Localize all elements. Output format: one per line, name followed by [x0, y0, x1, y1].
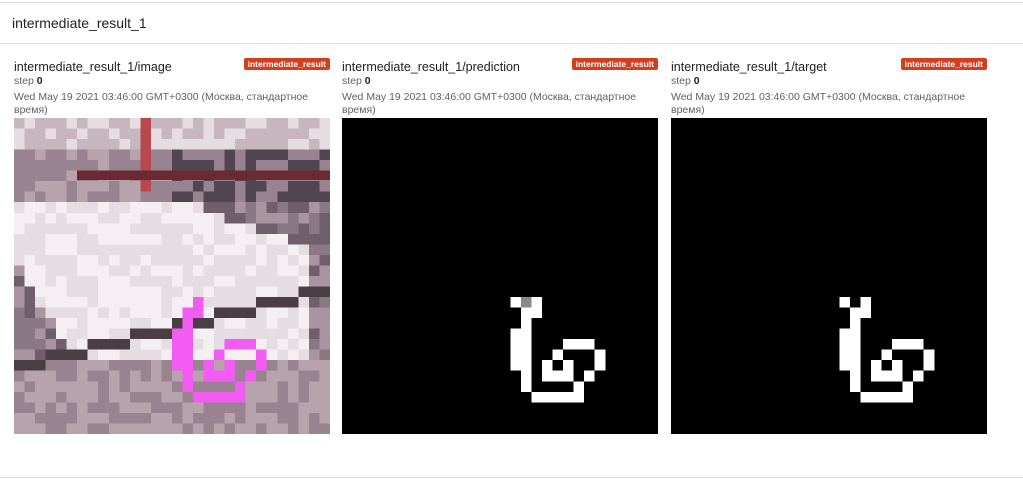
step-value: 0 [364, 75, 371, 87]
photo-image [14, 118, 330, 434]
input-image[interactable] [14, 118, 330, 434]
group-divider [0, 43, 1023, 44]
step-value: 0 [693, 75, 700, 87]
target-image[interactable] [671, 118, 987, 434]
timestamp: Wed May 19 2021 03:46:00 GMT+0300 (Москв… [671, 91, 966, 116]
group-title[interactable]: intermediate_result_1 [12, 15, 147, 31]
run-badge: intermediate_result [243, 58, 330, 70]
card-title: intermediate_result_1/target [671, 60, 827, 74]
card-title: intermediate_result_1/image [14, 60, 172, 74]
step-label: step [342, 75, 362, 87]
card-title: intermediate_result_1/prediction [342, 60, 520, 74]
prediction-image[interactable] [342, 118, 658, 434]
prediction-mask [342, 118, 658, 434]
step-line: step 0 [14, 75, 43, 87]
step-label: step [14, 75, 34, 87]
timestamp: Wed May 19 2021 03:46:00 GMT+0300 (Москв… [342, 91, 637, 116]
step-line: step 0 [342, 75, 371, 87]
step-value: 0 [36, 75, 43, 87]
run-badge: intermediate_result [900, 58, 987, 70]
image-group-panel: intermediate_result_1 intermediate_resul… [0, 2, 1023, 478]
target-mask [671, 118, 987, 434]
step-label: step [671, 75, 691, 87]
run-badge: intermediate_result [571, 58, 658, 70]
timestamp: Wed May 19 2021 03:46:00 GMT+0300 (Москв… [14, 91, 309, 116]
step-line: step 0 [671, 75, 700, 87]
